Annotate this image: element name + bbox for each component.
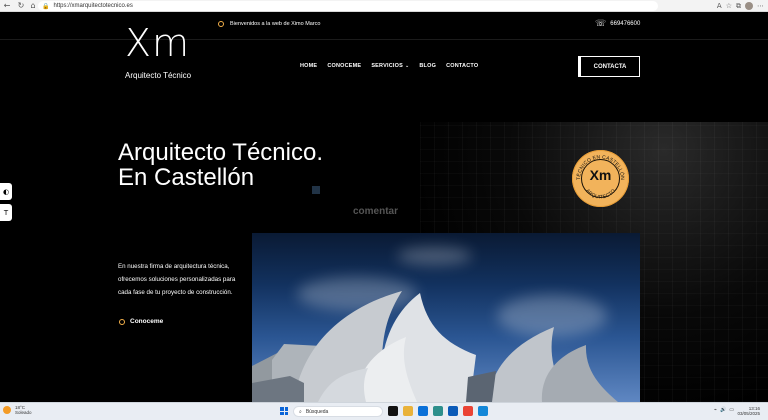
phone-number[interactable]: 669476600 bbox=[610, 21, 640, 27]
site-logo-subtitle: Arquitecto Técnico bbox=[125, 71, 192, 80]
edge-icon[interactable] bbox=[478, 406, 488, 416]
extensions-icon[interactable]: ⋯ bbox=[757, 2, 764, 10]
read-aloud-icon[interactable]: A bbox=[717, 2, 722, 10]
hero-title: Arquitecto Técnico. En Castellón bbox=[118, 140, 323, 190]
architecture-photo bbox=[252, 233, 640, 402]
search-icon: ⌕ bbox=[299, 408, 302, 415]
phone-icon: ☏ bbox=[595, 19, 607, 29]
favorite-icon[interactable]: ☆ bbox=[726, 2, 732, 10]
conoceme-link-label[interactable]: Conoceme bbox=[130, 318, 163, 325]
nav-conoceme[interactable]: CONOCEME bbox=[327, 63, 361, 69]
browser-toolbar: ← ↻ ⌂ 🔒 https://xmarquitectotecnico.es A… bbox=[0, 0, 768, 12]
badge-monogram: Xm bbox=[589, 167, 612, 183]
system-tray: ⌁ 🔊 ▭ bbox=[714, 407, 734, 413]
back-icon[interactable]: ← bbox=[0, 0, 14, 12]
main-navigation: HOME CONOCEME SERVICIOS ⌄ BLOG CONTACTO bbox=[300, 63, 478, 69]
address-bar[interactable]: 🔒 https://xmarquitectotecnico.es bbox=[38, 1, 658, 11]
nav-contacto[interactable]: CONTACTO bbox=[446, 63, 478, 69]
nav-home[interactable]: HOME bbox=[300, 63, 317, 69]
nav-servicios[interactable]: SERVICIOS ⌄ bbox=[371, 63, 409, 69]
file-explorer-icon[interactable] bbox=[403, 406, 413, 416]
store-icon[interactable] bbox=[418, 406, 428, 416]
castellon-badge: TÉCNICO EN CASTELLÓN ARQUITECTO Xm bbox=[572, 150, 629, 207]
hero-title-line2: En Castellón bbox=[118, 164, 255, 191]
volume-icon[interactable]: 🔊 bbox=[720, 407, 726, 413]
top-strip bbox=[0, 12, 768, 40]
lock-icon: 🔒 bbox=[42, 2, 50, 10]
intro-paragraph: En nuestra firma de arquitectura técnica… bbox=[118, 263, 236, 296]
contrast-icon: ◐ bbox=[2, 187, 10, 196]
text-size-icon: T bbox=[3, 208, 9, 217]
phone-contact[interactable]: ☏ 669476600 bbox=[595, 19, 640, 29]
website-page: Xm Arquitecto Técnico Bienvenidos a la w… bbox=[0, 12, 768, 402]
chrome-icon[interactable] bbox=[463, 406, 473, 416]
battery-icon[interactable]: ▭ bbox=[729, 407, 734, 413]
ring-icon bbox=[119, 318, 125, 325]
contact-button[interactable]: CONTACTA bbox=[578, 56, 640, 77]
site-logo[interactable]: Xm bbox=[125, 24, 190, 62]
contrast-tool[interactable]: ◐ bbox=[0, 183, 12, 200]
small-image-placeholder bbox=[312, 186, 320, 194]
outlook-icon[interactable] bbox=[448, 406, 458, 416]
collections-icon[interactable]: ⧉ bbox=[736, 2, 741, 11]
nav-servicios-label[interactable]: SERVICIOS bbox=[371, 63, 403, 69]
building-image bbox=[252, 291, 618, 402]
weather-widget[interactable]: 18°C Soleado bbox=[3, 405, 32, 415]
system-clock[interactable]: 13:16 03/05/2025 bbox=[737, 406, 760, 416]
media-app-icon[interactable] bbox=[388, 406, 398, 416]
search-placeholder: Búsqueda bbox=[305, 408, 329, 415]
hero-title-line1: Arquitecto Técnico. bbox=[118, 139, 323, 166]
text-size-tool[interactable]: T bbox=[0, 204, 12, 221]
profile-avatar[interactable] bbox=[745, 2, 753, 10]
tools-app-icon[interactable] bbox=[433, 406, 443, 416]
welcome-text: Bienvenidos a la web de Ximo Marco bbox=[230, 21, 321, 27]
clock-date: 03/05/2025 bbox=[737, 411, 760, 416]
weather-text: 18°C Soleado bbox=[15, 405, 32, 415]
taskbar-search[interactable]: ⌕ Búsqueda bbox=[293, 406, 383, 417]
nav-blog[interactable]: BLOG bbox=[419, 63, 436, 69]
start-menu-icon[interactable] bbox=[280, 407, 288, 415]
sun-icon bbox=[3, 406, 11, 414]
url-text[interactable]: https://xmarquitectotecnico.es bbox=[53, 3, 132, 9]
ring-icon bbox=[218, 21, 224, 27]
weather-condition: Soleado bbox=[15, 410, 32, 415]
comment-text: comentar bbox=[353, 206, 399, 217]
wifi-icon[interactable]: ⌁ bbox=[714, 407, 717, 413]
windows-taskbar: 18°C Soleado ⌕ Búsqueda ⌁ 🔊 ▭ 13:16 03/0… bbox=[0, 402, 768, 420]
conoceme-link[interactable]: Conoceme bbox=[119, 318, 163, 325]
taskbar-apps bbox=[388, 406, 488, 416]
welcome-message: Bienvenidos a la web de Ximo Marco bbox=[218, 21, 321, 27]
browser-tools: A ☆ ⧉ ⋯ bbox=[717, 0, 764, 12]
chevron-down-icon: ⌄ bbox=[404, 63, 410, 69]
